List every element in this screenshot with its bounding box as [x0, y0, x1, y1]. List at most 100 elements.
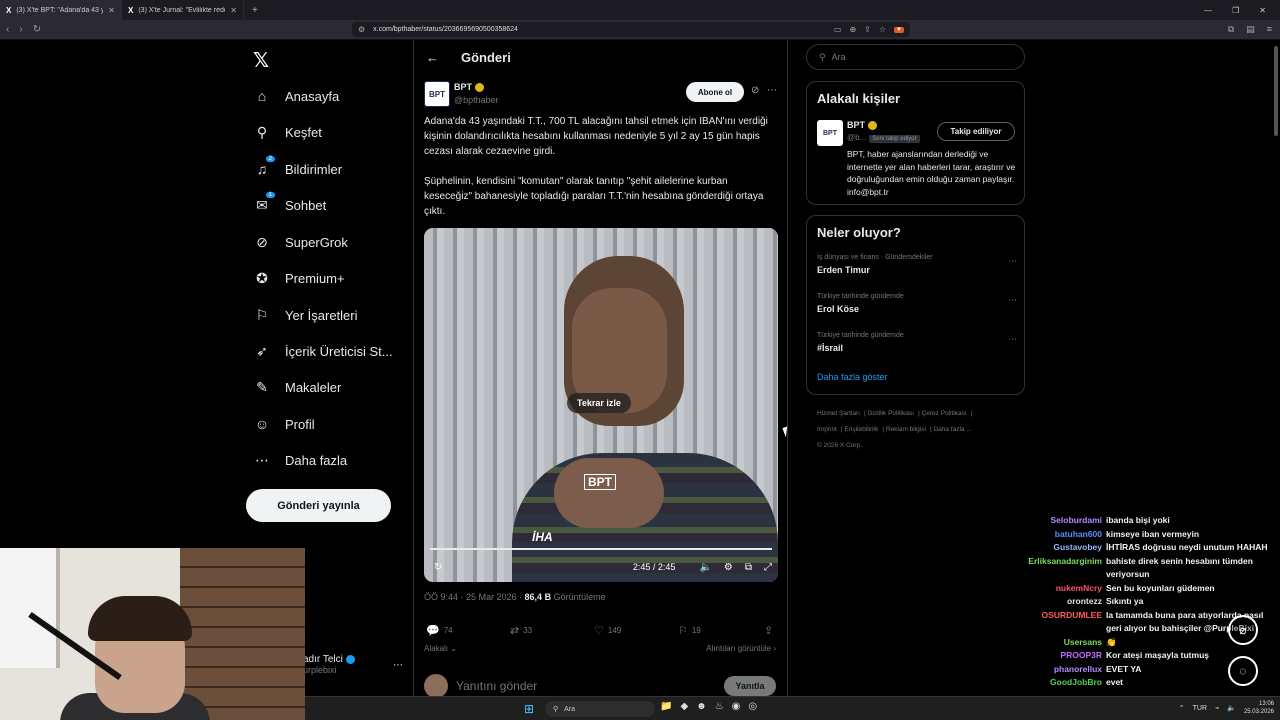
nav-item-article[interactable]: ✎ Makaleler — [253, 379, 341, 396]
trend-item[interactable]: İş dünyası ve finans · Gündemdekiler Erd… — [817, 254, 1017, 275]
bookmark-page-icon[interactable]: ☆ — [879, 25, 886, 34]
restore-icon[interactable]: ❐ — [1232, 6, 1239, 15]
pip-icon[interactable]: ⧉ — [745, 562, 752, 573]
more-icon[interactable]: ⋯ — [1008, 295, 1017, 306]
replay-icon[interactable]: ↻ — [434, 562, 442, 573]
repost-action[interactable]: ⇄ 33 — [510, 624, 532, 637]
nav-item-premium[interactable]: ✪ Premium+ — [253, 270, 344, 287]
related-handle-text: @b... — [847, 133, 867, 142]
nav-item-label: Sohbet — [285, 198, 327, 213]
x-logo-icon[interactable]: 𝕏 — [253, 48, 269, 73]
chrome-icon[interactable]: ◉ — [732, 701, 741, 712]
share-icon[interactable]: ⇪ — [864, 25, 871, 34]
search-input[interactable]: ⚲ Ara — [806, 44, 1025, 70]
avatar[interactable]: BPT — [817, 120, 843, 146]
view-quotes-link[interactable]: Alıntıları görüntüle › — [706, 644, 776, 653]
video-progress-bar[interactable] — [430, 548, 772, 550]
author-name[interactable]: BPT — [454, 82, 484, 93]
steam-icon[interactable]: ♨ — [715, 701, 724, 712]
reply-button[interactable]: Yanıtla — [724, 676, 776, 696]
following-button[interactable]: Takip ediliyor — [937, 122, 1015, 141]
minimize-icon[interactable]: — — [1204, 6, 1212, 15]
post-button[interactable]: Gönderi yayınla — [246, 489, 391, 522]
video-player[interactable]: BPT İHA Tekrar izle ↻ 2:45 / 2:45 🔈 ⚙ ⧉ … — [424, 228, 778, 582]
reader-icon[interactable]: ▭ — [834, 25, 842, 34]
taskbar-search[interactable]: ⚲ Ara — [545, 701, 655, 717]
bookmark-action[interactable]: ⚐ 19 — [678, 624, 701, 637]
reply-input[interactable]: Yanıtını gönder — [456, 679, 537, 693]
windows-start-icon[interactable]: ⊞ — [524, 702, 534, 716]
footer-link[interactable]: Erişilebilirlik — [844, 426, 878, 433]
back-arrow-icon[interactable]: ← — [426, 50, 439, 65]
clock[interactable]: 13:06 25.03.2026 — [1244, 700, 1274, 716]
forward-icon[interactable]: › — [19, 24, 22, 35]
more-icon[interactable]: ⋯ — [1008, 256, 1017, 267]
reload-icon[interactable]: ↻ — [33, 24, 41, 35]
nav-item-bookmark[interactable]: ⚐ Yer İşaretleri — [253, 307, 358, 324]
menu-icon[interactable]: ≡ — [1267, 24, 1272, 35]
nav-item-label: Daha fazla — [285, 453, 348, 468]
tray-expand-icon[interactable]: ⌃ — [1179, 704, 1185, 712]
sidebar-icon[interactable]: ▤ — [1246, 24, 1255, 35]
reply-sort-dropdown[interactable]: Alakalı ⌄ — [424, 644, 457, 653]
footer-link[interactable]: Imprint — [817, 426, 837, 433]
more-icon[interactable]: ⋯ — [1008, 334, 1017, 345]
extensions-icon[interactable]: ⧉ — [1228, 24, 1234, 35]
volume-icon[interactable]: 🔈 — [699, 562, 711, 573]
settings-icon[interactable]: ⚙ — [724, 562, 733, 573]
footer-link[interactable]: Hizmet Şartları — [817, 410, 860, 417]
share-action[interactable]: ⇪ — [764, 624, 773, 637]
footer-link[interactable]: Çerez Politikası — [922, 410, 967, 417]
nav-item-rocket[interactable]: ➶ İçerik Üreticisi St... — [253, 343, 393, 360]
chat-username: Erliksanadarginim — [1028, 555, 1102, 566]
trend-item[interactable]: Türkiye tarihinde gündemde Erol Köse ⋯ — [817, 293, 1017, 314]
browser-tab-1[interactable]: X (3) X'te BPT: "Adana'da 43 yaşın... ✕ — [0, 0, 122, 20]
address-bar[interactable]: ⚙ x.com/bpthaber/status/2036695690500358… — [352, 22, 910, 37]
file-explorer-icon[interactable]: 📁 — [660, 701, 672, 712]
new-tab-button[interactable]: + — [244, 5, 266, 16]
show-more-link[interactable]: Daha fazla göster — [817, 372, 888, 382]
obs-icon[interactable]: ◎ — [748, 701, 757, 712]
avatar[interactable]: BPT — [424, 81, 450, 107]
discord-icon[interactable]: ☻ — [696, 701, 707, 712]
nav-item-more[interactable]: ⋯ Daha fazla — [253, 452, 347, 469]
replay-button[interactable]: Tekrar izle — [567, 393, 631, 413]
volume-icon[interactable]: 🔈 — [1227, 704, 1236, 712]
footer-link[interactable]: Reklam bilgisi — [886, 426, 926, 433]
network-icon[interactable]: ⌁ — [1215, 704, 1219, 712]
nav-item-profile[interactable]: ☺ Profil — [253, 416, 315, 432]
more-icon[interactable]: ⋯ — [767, 85, 777, 96]
back-icon[interactable]: ‹ — [6, 24, 9, 35]
grok-icon[interactable]: ⊘ — [751, 85, 759, 96]
browser-tab-2[interactable]: X (3) X'te Jurnal: "Evlilikte reddettiği… — [122, 0, 244, 20]
scrollbar[interactable] — [1274, 46, 1278, 136]
nav-item-bell[interactable]: ♫ 2 Bildirimler — [253, 156, 342, 177]
nav-item-label: Yer İşaretleri — [285, 308, 358, 323]
post-author: BPT BPT @bpthaber Abone ol ⊘ ⋯ — [424, 81, 779, 107]
author-handle[interactable]: @bpthaber — [454, 95, 499, 105]
close-icon[interactable]: ✕ — [230, 6, 237, 15]
browser-tabbar: X (3) X'te BPT: "Adana'da 43 yaşın... ✕ … — [0, 0, 1280, 20]
fullscreen-icon[interactable]: ⤢ — [764, 562, 772, 573]
nav-item-home[interactable]: ⌂ Anasayfa — [253, 88, 339, 104]
related-name[interactable]: BPT — [847, 120, 877, 131]
account-switcher[interactable]: adır Telci urplebixi ⋯ — [303, 654, 403, 675]
language-indicator[interactable]: TUR — [1193, 705, 1207, 712]
site-info-icon[interactable]: ⚙ — [358, 25, 365, 34]
more-icon[interactable]: ⋯ — [393, 660, 403, 671]
nav-item-grok[interactable]: ⊘ SuperGrok — [253, 234, 348, 251]
like-action[interactable]: ♡ 149 — [594, 624, 621, 637]
reply-action[interactable]: 💬 74 — [426, 624, 453, 637]
zoom-icon[interactable]: ⊕ — [849, 25, 856, 34]
nav-item-mail[interactable]: ✉ 1 Sohbet — [253, 192, 327, 214]
close-icon[interactable]: ✕ — [108, 6, 115, 15]
trend-item[interactable]: Türkiye tarihinde gündemde #İsrail ⋯ — [817, 332, 1017, 353]
post-time[interactable]: ÖÖ 9:44 · 25 Mar 2026 · — [424, 592, 525, 602]
close-window-icon[interactable]: ✕ — [1259, 6, 1266, 15]
subscribe-button[interactable]: Abone ol — [686, 82, 744, 102]
footer-link[interactable]: Daha fazla ... — [933, 426, 971, 433]
footer-link[interactable]: Gizlilik Politikası — [867, 410, 914, 417]
nav-item-search[interactable]: ⚲ Keşfet — [253, 124, 322, 141]
brave-shield-icon[interactable]: ▼ — [894, 26, 904, 33]
brave-browser-icon[interactable]: ◆ — [680, 701, 688, 712]
